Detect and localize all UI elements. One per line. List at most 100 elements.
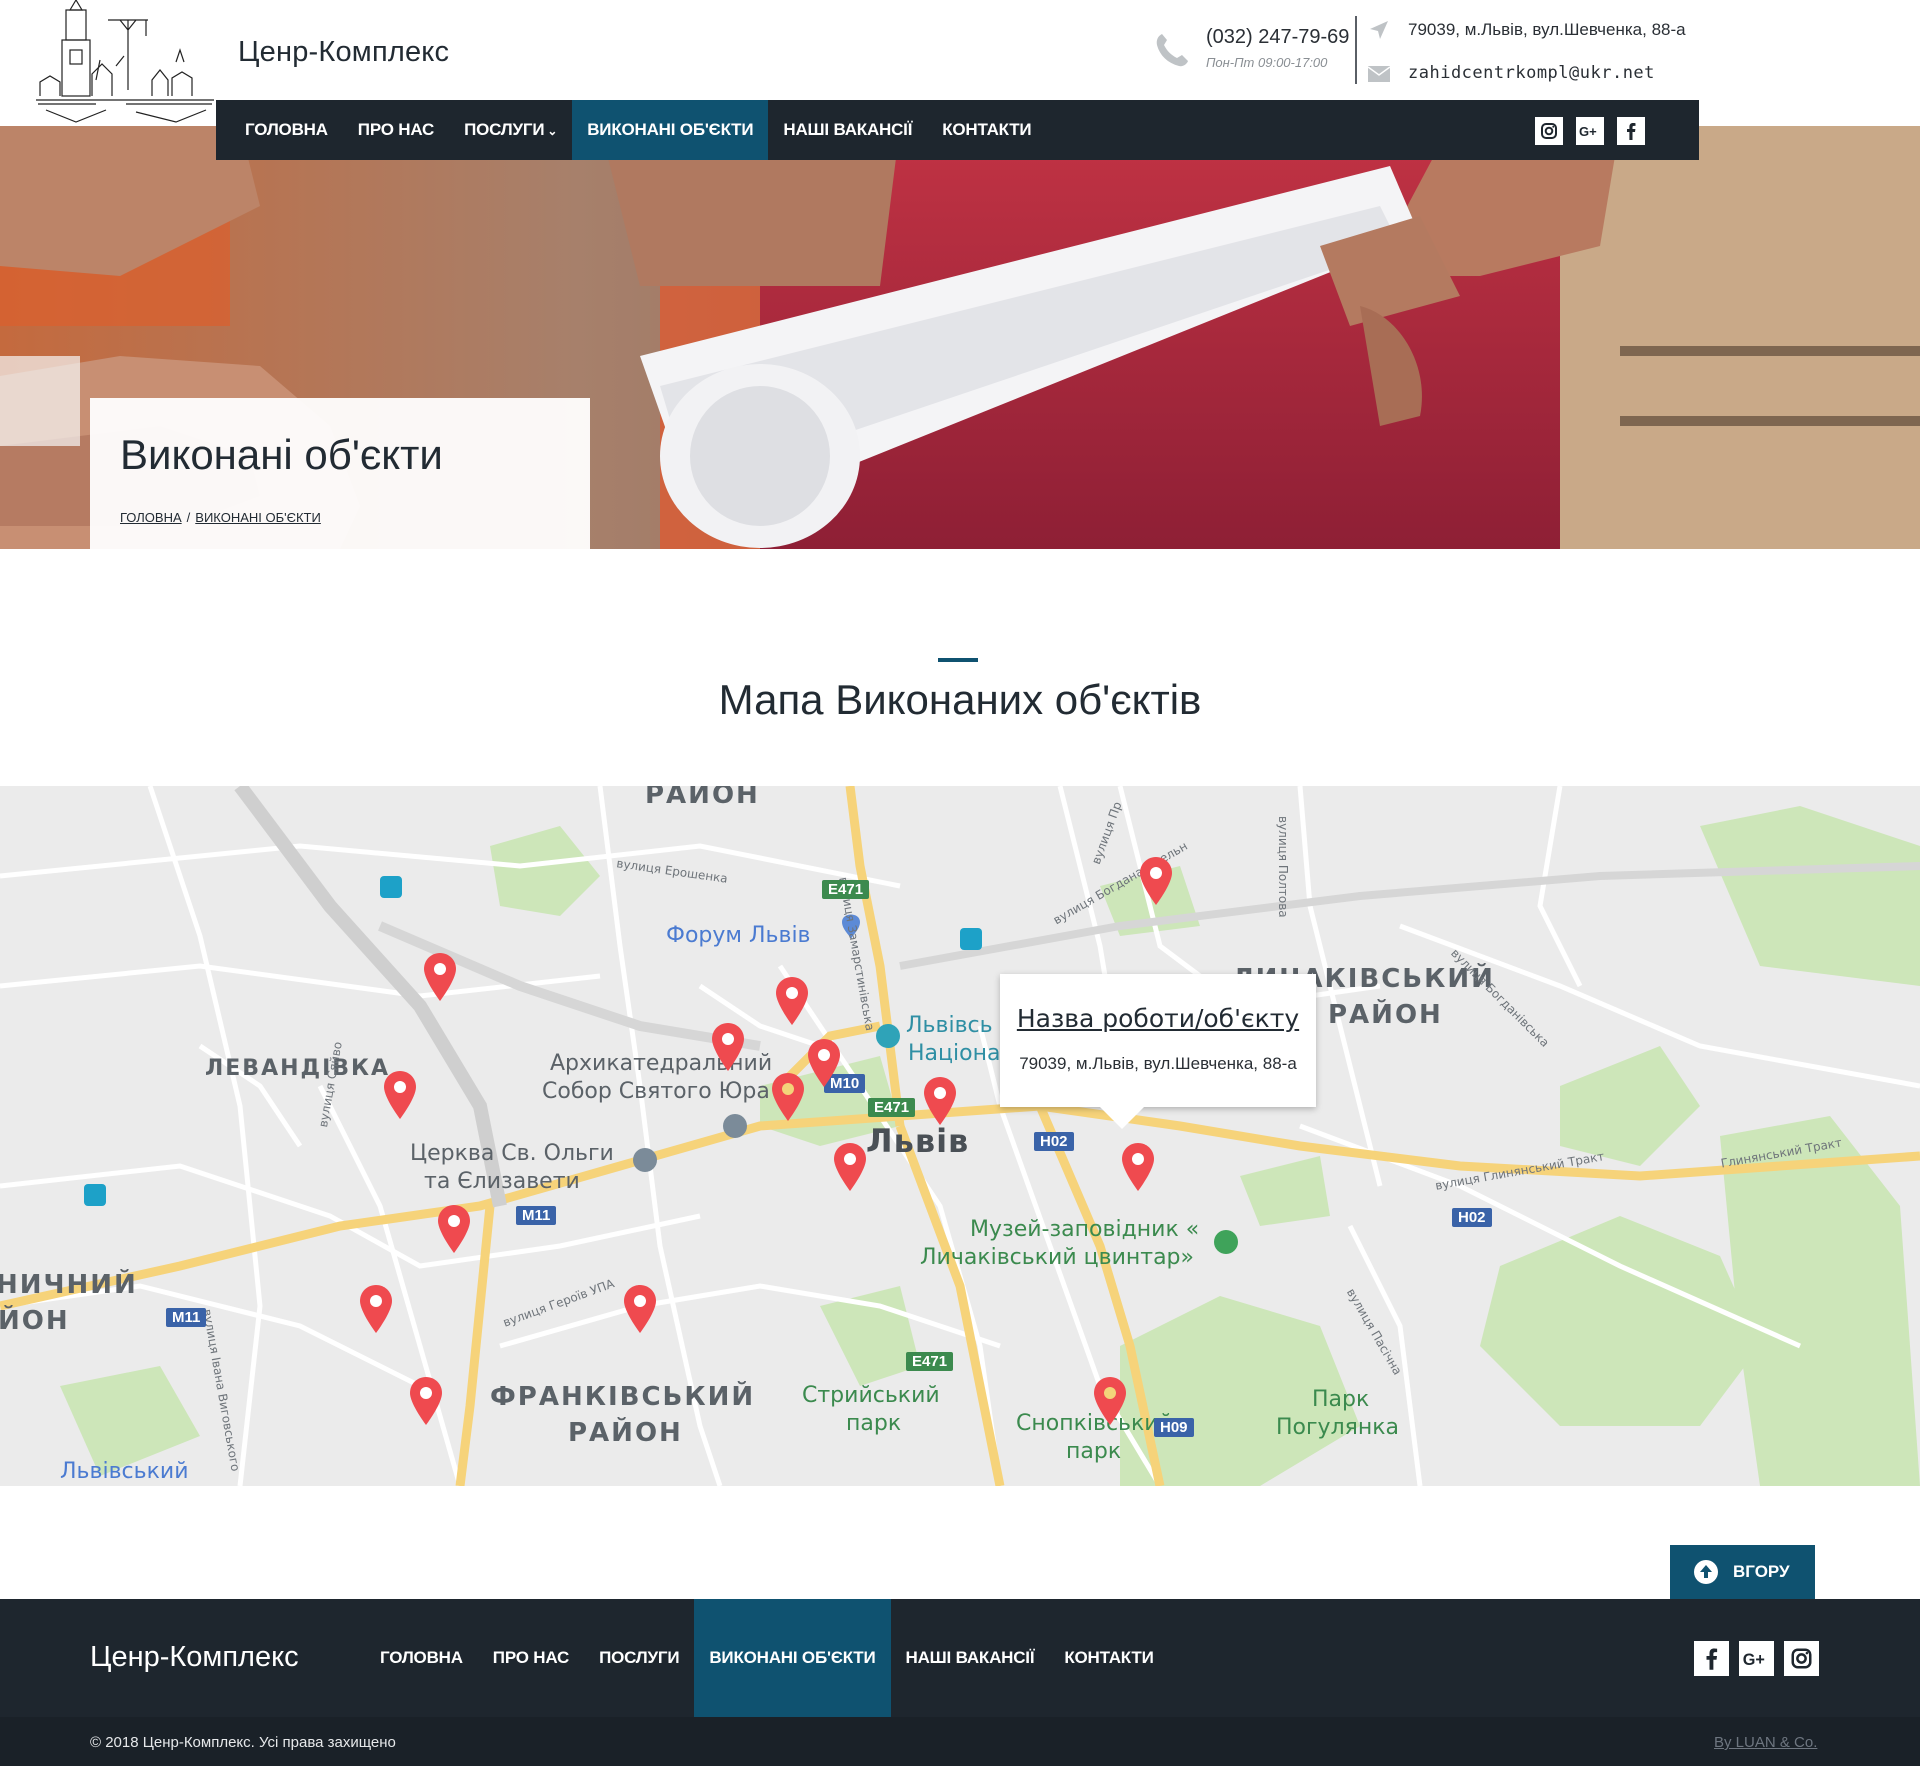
map-district-label: РАЙОН [568, 1418, 683, 1448]
nav-item-contacts[interactable]: КОНТАКТИ [927, 100, 1046, 160]
google-plus-icon[interactable]: G+ [1576, 117, 1604, 145]
map-poi: парк [846, 1411, 902, 1436]
map-district-label: ФРАНКІВСЬКИЙ [490, 1382, 756, 1412]
contact-divider [1355, 16, 1357, 84]
svg-text:G+: G+ [1743, 1651, 1765, 1669]
section-title: Мапа Виконаних об'єктів [718, 676, 1202, 723]
developer-credit-link[interactable]: By LUAN & Co. [1714, 1734, 1817, 1751]
map-road-shield: E471 [906, 1352, 954, 1371]
projects-map[interactable]: РАЙОН ЛЕВАНДІВКА ЛИЧАКІВСЬКИЙ РАЙОН ФРАН… [0, 786, 1920, 1486]
breadcrumb-separator: / [186, 510, 191, 525]
map-marker-icon[interactable] [422, 952, 458, 1002]
page-title: Виконані об'єкти [120, 431, 443, 478]
copyright-text: © 2018 Ценр-Комплекс. Усі права захищено [90, 1734, 396, 1751]
map-marker-icon[interactable] [1120, 1142, 1156, 1192]
footer-nav-about[interactable]: ПРО НАС [478, 1599, 584, 1717]
nav-item-services[interactable]: ПОСЛУГИ ⌄ [449, 100, 572, 160]
breadcrumb: ГОЛОВНА / ВИКОНАНІ ОБ'ЄКТИ [120, 510, 321, 525]
map-marker-icon[interactable] [1092, 1376, 1128, 1426]
breadcrumb-home[interactable]: ГОЛОВНА [120, 510, 182, 525]
facebook-icon[interactable] [1694, 1641, 1729, 1676]
nav-item-about[interactable]: ПРО НАС [343, 100, 449, 160]
map-district-label: РАЙОН [1328, 1000, 1443, 1030]
breadcrumb-current[interactable]: ВИКОНАНІ ОБ'ЄКТИ [195, 510, 321, 525]
map-district-label: ЙОН [0, 1306, 70, 1336]
nav-item-services-label: ПОСЛУГИ [464, 120, 545, 139]
map-marker-icon[interactable] [806, 1038, 842, 1088]
footer-brand[interactable]: Ценр-Комплекс [90, 1641, 299, 1674]
map-district-label: НИЧНИЙ [0, 1270, 138, 1300]
map-poi: Личаківський цвинтар» [920, 1245, 1194, 1270]
nav-item-projects[interactable]: ВИКОНАНІ ОБ'ЄКТИ [572, 100, 769, 160]
header-hours: Пон-Пт 09:00-17:00 [1206, 55, 1328, 70]
main-nav: ГОЛОВНА ПРО НАС ПОСЛУГИ ⌄ ВИКОНАНІ ОБ'ЄКТ… [216, 100, 1699, 160]
map-road-shield: M11 [166, 1308, 207, 1327]
svg-text:G+: G+ [1579, 124, 1597, 139]
map-district-label: РАЙОН [645, 786, 760, 810]
site-footer: Ценр-Комплекс ГОЛОВНА ПРО НАС ПОСЛУГИ ВИ… [0, 1599, 1920, 1717]
map-marker-icon[interactable] [832, 1142, 868, 1192]
map-poi: Форум Львів [666, 923, 811, 948]
map-marker-icon[interactable] [770, 1072, 806, 1122]
map-poi: Собор Святого Юра [542, 1079, 770, 1104]
map-poi: парк [1066, 1439, 1122, 1464]
map-district-label: ЛЕВАНДІВКА [205, 1056, 391, 1081]
footer-bottom-bar: © 2018 Ценр-Комплекс. Усі права захищено… [0, 1717, 1920, 1766]
footer-nav-vacancies[interactable]: НАШІ ВАКАНСІЇ [891, 1599, 1050, 1717]
hero-banner: Виконані об'єкти ГОЛОВНА / ВИКОНАНІ ОБ'ЄКТ… [0, 126, 1920, 549]
map-marker-icon[interactable] [622, 1284, 658, 1334]
footer-nav-projects[interactable]: ВИКОНАНІ ОБ'ЄКТИ [694, 1599, 891, 1717]
google-plus-icon[interactable]: G+ [1739, 1641, 1774, 1676]
map-poi: Націона [908, 1041, 1001, 1066]
footer-nav-contacts[interactable]: КОНТАКТИ [1049, 1599, 1168, 1717]
header-phone[interactable]: (032) 247-79-69 [1206, 26, 1349, 49]
back-to-top-label: ВГОРУ [1733, 1562, 1790, 1581]
facebook-icon[interactable] [1617, 117, 1645, 145]
map-marker-icon[interactable] [774, 976, 810, 1026]
map-road-shield: H09 [1154, 1418, 1194, 1437]
map-poi: Погулянка [1276, 1415, 1400, 1440]
footer-nav: ГОЛОВНА ПРО НАС ПОСЛУГИ ВИКОНАНІ ОБ'ЄКТИ… [365, 1599, 1169, 1717]
popup-title-link[interactable]: Назва роботи/об'єкту [1000, 1004, 1316, 1033]
header-email[interactable]: zahidcentrkompl@ukr.net [1408, 63, 1655, 83]
footer-social: G+ [1694, 1641, 1819, 1676]
map-road-shield: E471 [822, 880, 870, 899]
instagram-icon[interactable] [1784, 1641, 1819, 1676]
map-street-label: вулиця Полтова [1276, 816, 1290, 918]
nav-item-vacancies[interactable]: НАШІ ВАКАНСІЇ [768, 100, 927, 160]
page-title-card: Виконані об'єкти ГОЛОВНА / ВИКОНАНІ ОБ'ЄКТ… [90, 398, 590, 549]
site-brand[interactable]: Ценр-Комплекс [238, 36, 449, 69]
map-poi: Львівсь [906, 1013, 993, 1038]
map-poi: та Єлизавети [424, 1169, 580, 1194]
map-marker-icon[interactable] [922, 1076, 958, 1126]
phone-icon [1156, 34, 1188, 67]
header-address: 79039, м.Львів, вул.Шевченка, 88-а [1408, 20, 1686, 39]
map-marker-icon[interactable] [408, 1376, 444, 1426]
footer-nav-home[interactable]: ГОЛОВНА [365, 1599, 478, 1717]
map-poi: Музей-заповідник « [970, 1217, 1200, 1242]
logo-sketch-icon[interactable] [36, 0, 214, 126]
map-road-shield: E471 [868, 1098, 916, 1117]
map-poi: Парк [1312, 1387, 1370, 1412]
nav-item-home[interactable]: ГОЛОВНА [230, 100, 343, 160]
header-social: G+ [1535, 117, 1645, 145]
map-marker-icon[interactable] [358, 1284, 394, 1334]
map-marker-icon[interactable] [1138, 856, 1174, 906]
map-poi: Стрийський [802, 1383, 940, 1408]
map-poi: Церква Св. Ольги [410, 1141, 614, 1166]
map-marker-icon[interactable] [710, 1022, 746, 1072]
map-poi: Львівський [60, 1459, 189, 1484]
map-road-shield: H02 [1452, 1208, 1492, 1227]
map-road-shield: M11 [516, 1206, 557, 1225]
popup-address: 79039, м.Львів, вул.Шевченка, 88-а [1019, 1054, 1297, 1073]
arrow-up-circle-icon [1694, 1560, 1718, 1584]
map-city-label: Львів [866, 1122, 970, 1160]
footer-nav-services[interactable]: ПОСЛУГИ [584, 1599, 694, 1717]
envelope-icon [1368, 66, 1390, 82]
map-marker-icon[interactable] [436, 1204, 472, 1254]
instagram-icon[interactable] [1535, 117, 1563, 145]
map-marker-icon[interactable] [382, 1070, 418, 1120]
back-to-top-button[interactable]: ВГОРУ [1670, 1545, 1815, 1599]
map-road-shield: H02 [1034, 1132, 1074, 1151]
map-info-popup: Назва роботи/об'єкту 79039, м.Львів, вул… [1000, 974, 1316, 1129]
